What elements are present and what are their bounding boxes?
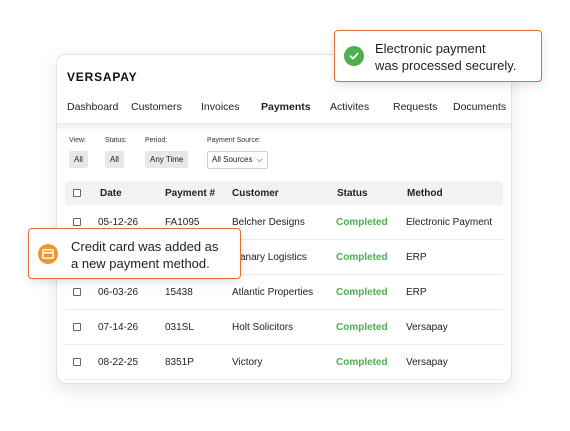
versapay-logo: VERSAPAY <box>67 70 138 84</box>
payments-table: Date Payment # Customer Status Method 05… <box>65 181 503 380</box>
filter-bar: View: All Status: All Period: Any Time P… <box>69 137 509 171</box>
row-checkbox-cell <box>73 310 81 344</box>
row-checkbox[interactable] <box>73 323 81 331</box>
header-payment[interactable]: Payment # <box>165 181 215 205</box>
select-all-cell <box>73 181 81 205</box>
table-row[interactable]: 06-03-26 15438 Atlantic Properties Compl… <box>65 275 503 310</box>
cell-customer: Holt Solicitors <box>232 321 294 333</box>
nav-payments[interactable]: Payments <box>261 101 311 113</box>
cell-method: Versapay <box>406 356 448 368</box>
header-status[interactable]: Status <box>337 181 368 205</box>
cell-payment: 031SL <box>165 321 194 333</box>
source-label: Payment Source: <box>207 137 261 144</box>
nav-divider <box>57 123 511 131</box>
cell-date: 07-14-26 <box>98 321 139 333</box>
source-select[interactable]: All Sources ⌵ <box>207 151 268 169</box>
cell-date: 06-03-26 <box>98 286 139 298</box>
chevron-down-icon: ⌵ <box>256 155 263 164</box>
cell-customer: Victory <box>232 356 263 368</box>
header-method[interactable]: Method <box>407 181 443 205</box>
row-checkbox-cell <box>73 345 81 379</box>
cell-method: Electronic Payment <box>406 216 493 228</box>
payment-toast-line2: was processed securely. <box>375 58 517 73</box>
header-date[interactable]: Date <box>100 181 122 205</box>
status-select[interactable]: All <box>105 151 124 168</box>
cell-status: Completed <box>336 216 388 228</box>
cell-status: Completed <box>336 286 388 298</box>
cell-method: Versapay <box>406 321 448 333</box>
card-toast-line1: Credit card was added as <box>71 239 219 254</box>
cell-customer: Atlantic Properties <box>232 286 314 298</box>
source-value: All Sources <box>212 155 253 164</box>
payment-toast-line1: Electronic payment <box>375 41 486 56</box>
table-row[interactable]: 07-14-26 031SL Holt Solicitors Completed… <box>65 310 503 345</box>
card-added-toast: Credit card was added as a new payment m… <box>28 228 241 279</box>
status-filter: Status: All <box>105 137 127 168</box>
row-checkbox-cell <box>73 275 81 309</box>
period-label: Period: <box>145 137 168 144</box>
main-nav: Dashboard Customers Invoices Payments Ac… <box>57 101 511 123</box>
cell-method: ERP <box>406 286 427 298</box>
nav-customers[interactable]: Customers <box>131 101 182 113</box>
period-select[interactable]: Any Time <box>145 151 189 168</box>
header-customer[interactable]: Customer <box>232 181 279 205</box>
nav-activites[interactable]: Activites <box>330 101 369 113</box>
status-label: Status: <box>105 137 127 144</box>
cell-date: 08-22-25 <box>98 356 139 368</box>
check-circle-icon <box>344 46 364 66</box>
table-row[interactable]: 08-22-25 8351P Victory Completed Versapa… <box>65 345 503 380</box>
cell-customer: Belcher Designs <box>232 216 305 228</box>
cell-payment: 15438 <box>165 286 193 298</box>
cell-method: ERP <box>406 251 427 263</box>
payment-toast-message: Electronic payment was processed securel… <box>375 40 516 74</box>
view-select[interactable]: All <box>69 151 88 168</box>
row-checkbox[interactable] <box>73 358 81 366</box>
source-filter: Payment Source: All Sources ⌵ <box>207 137 268 169</box>
nav-documents[interactable]: Documents <box>453 101 506 113</box>
row-checkbox[interactable] <box>73 288 81 296</box>
cell-customer: anary Logistics <box>240 251 307 263</box>
cell-status: Completed <box>336 356 388 368</box>
select-all-checkbox[interactable] <box>73 189 81 197</box>
table-header: Date Payment # Customer Status Method <box>65 181 503 205</box>
nav-requests[interactable]: Requests <box>393 101 437 113</box>
view-filter: View: All <box>69 137 88 168</box>
cell-status: Completed <box>336 321 388 333</box>
period-filter: Period: Any Time <box>145 137 189 168</box>
credit-card-icon <box>38 244 58 264</box>
row-checkbox[interactable] <box>73 218 81 226</box>
cell-status: Completed <box>336 251 388 263</box>
nav-dashboard[interactable]: Dashboard <box>67 101 118 113</box>
payment-success-toast: Electronic payment was processed securel… <box>334 30 542 82</box>
cell-payment: 8351P <box>165 356 194 368</box>
payments-panel: VERSAPAY Dashboard Customers Invoices Pa… <box>56 54 512 384</box>
card-toast-line2: a new payment method. <box>71 256 210 271</box>
view-label: View: <box>69 137 86 144</box>
nav-invoices[interactable]: Invoices <box>201 101 240 113</box>
card-toast-message: Credit card was added as a new payment m… <box>71 238 218 272</box>
